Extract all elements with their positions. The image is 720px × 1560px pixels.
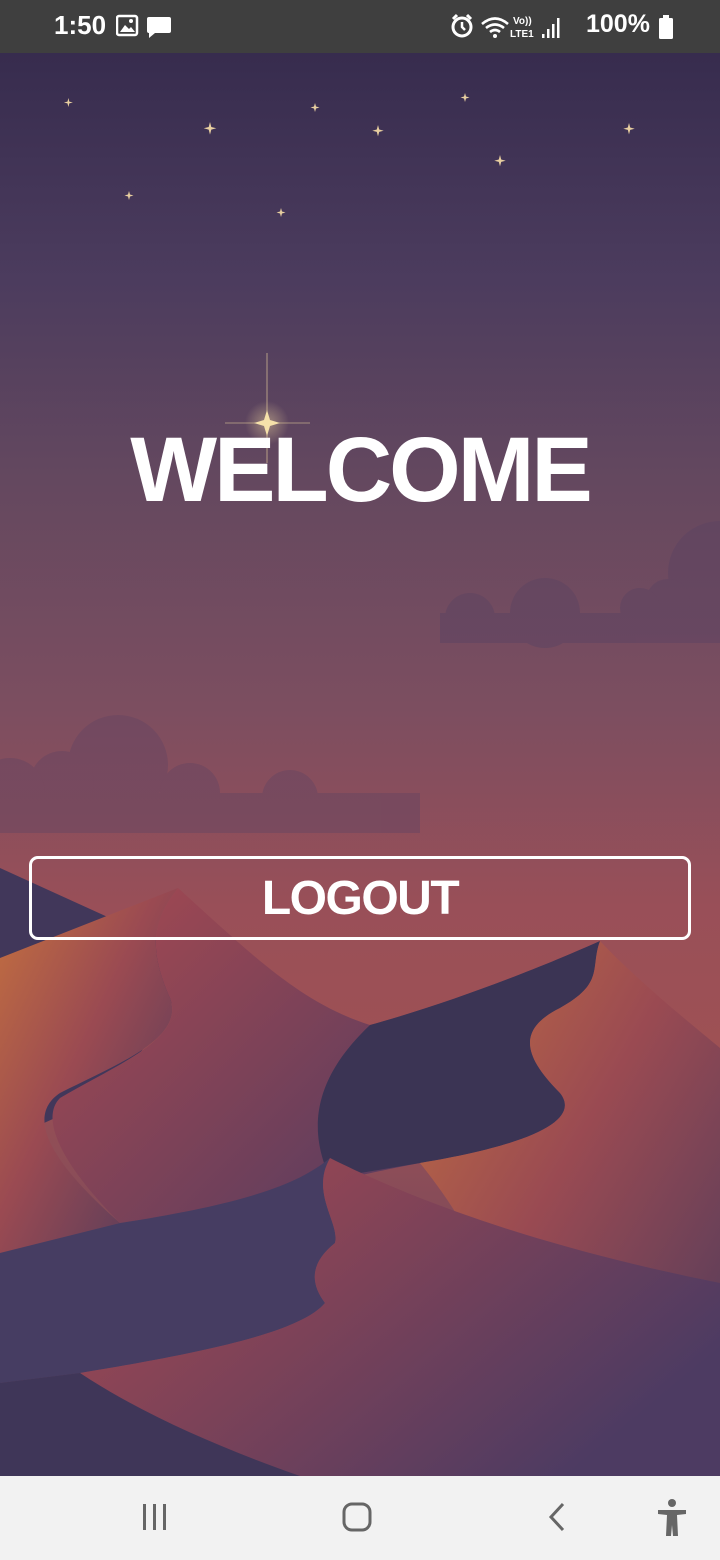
svg-text:Vo)): Vo)) bbox=[513, 16, 532, 27]
main-screen: WELCOME LOGOUT bbox=[0, 53, 720, 1476]
recent-apps-icon[interactable] bbox=[138, 1498, 172, 1536]
signal-icon bbox=[542, 18, 560, 38]
stars bbox=[63, 93, 635, 217]
desert-illustration bbox=[0, 93, 720, 1476]
logout-button[interactable]: LOGOUT bbox=[29, 856, 691, 940]
status-right: Vo)) LTE1 100% bbox=[450, 10, 673, 44]
battery-icon bbox=[659, 15, 673, 39]
status-left-icons bbox=[115, 14, 176, 45]
image-icon bbox=[115, 14, 139, 37]
welcome-title: WELCOME bbox=[130, 419, 592, 521]
back-icon[interactable] bbox=[541, 1498, 575, 1536]
clouds-right bbox=[440, 521, 720, 648]
home-icon[interactable] bbox=[338, 1498, 376, 1536]
accessibility-icon[interactable] bbox=[652, 1498, 692, 1538]
wifi-icon bbox=[481, 17, 509, 38]
svg-text:LTE1: LTE1 bbox=[510, 29, 534, 40]
status-time: 1:50 bbox=[54, 10, 107, 40]
navigation-bar bbox=[0, 1476, 720, 1560]
alarm-icon bbox=[451, 13, 473, 38]
message-icon bbox=[147, 17, 171, 38]
status-bar: 1:50 Vo)) LTE1 100% bbox=[0, 0, 720, 53]
clouds-left bbox=[0, 715, 420, 833]
battery-percent: 100% bbox=[586, 10, 650, 38]
volte-icon: Vo)) LTE1 bbox=[510, 16, 534, 40]
